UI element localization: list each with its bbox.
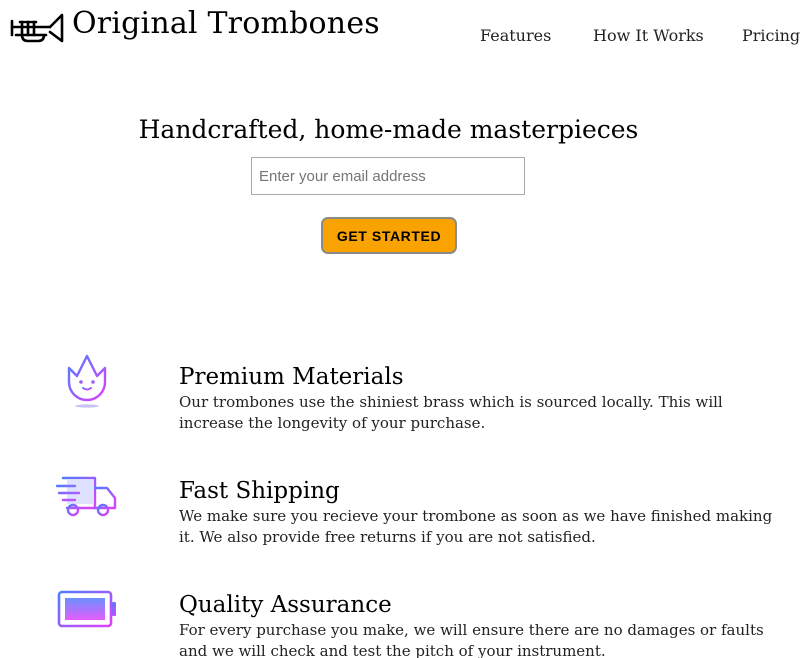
feature-description: We make sure you recieve your trombone a… — [179, 507, 773, 546]
brand-name: Original Trombones — [72, 6, 380, 41]
fire-icon — [67, 354, 107, 408]
nav-link-how-it-works[interactable]: How It Works — [593, 26, 704, 45]
battery-icon — [57, 590, 116, 628]
site-header: Original Trombones Features How It Works… — [0, 0, 812, 60]
feature-title: Quality Assurance — [179, 592, 392, 619]
trombone-icon[interactable] — [10, 10, 64, 46]
hero-title: Handcrafted, home-made masterpieces — [138, 114, 639, 144]
feature-title: Fast Shipping — [179, 478, 340, 505]
get-started-button[interactable]: GET STARTED — [321, 217, 457, 254]
feature-description: For every purchase you make, we will ens… — [179, 621, 764, 658]
delivery-truck-icon — [55, 476, 117, 517]
email-input[interactable] — [251, 157, 525, 195]
feature-title: Premium Materials — [179, 364, 404, 391]
nav-link-pricing[interactable]: Pricing — [742, 26, 800, 45]
feature-description: Our trombones use the shiniest brass whi… — [179, 393, 723, 432]
nav-link-features[interactable]: Features — [480, 26, 551, 45]
